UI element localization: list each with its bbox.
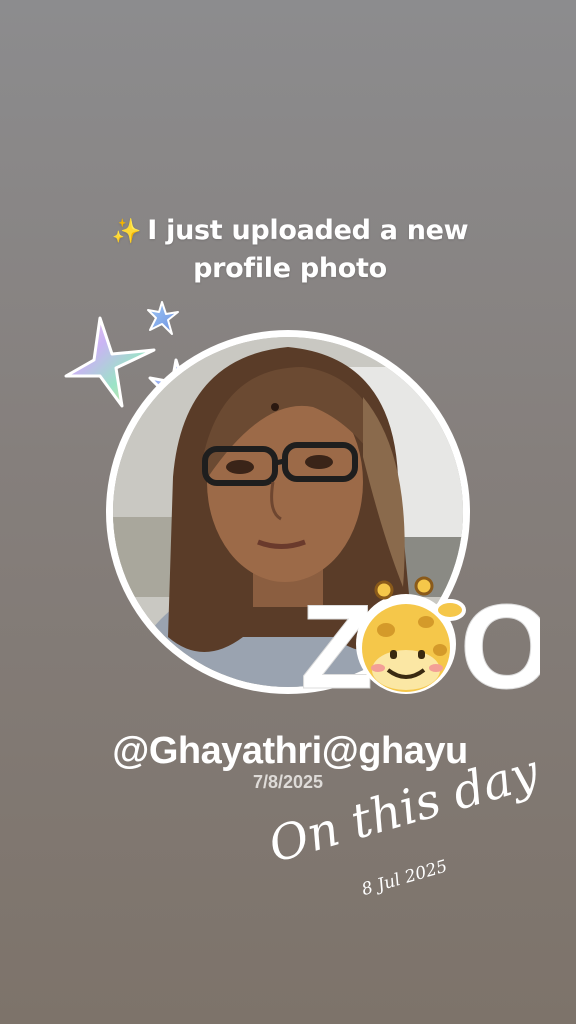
zoo-sticker: Z O bbox=[300, 576, 540, 710]
zoo-letter-o: O bbox=[460, 580, 540, 710]
story-canvas: ✨ I just uploaded a new profile photo Z … bbox=[0, 0, 576, 1024]
headline-text: ✨ I just uploaded a new profile photo bbox=[100, 212, 480, 288]
sparkle-icon: ✨ bbox=[111, 217, 142, 245]
on-this-day-date: 8 Jul 2025 bbox=[359, 856, 450, 900]
star-icon bbox=[147, 301, 179, 335]
post-date: 7/8/2025 bbox=[252, 772, 324, 792]
headline-label: I just uploaded a new profile photo bbox=[147, 215, 469, 284]
